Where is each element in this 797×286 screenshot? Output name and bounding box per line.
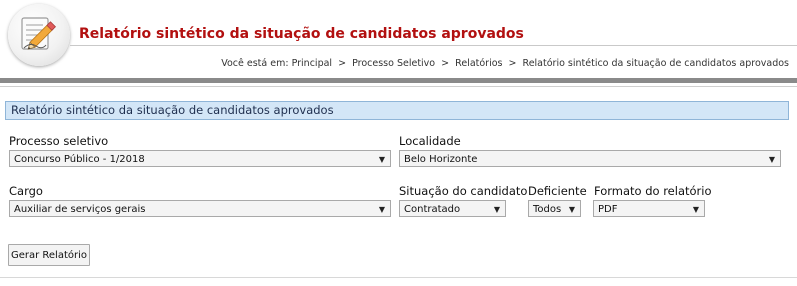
deficiente-label: Deficiente (528, 184, 587, 198)
processo-seletivo-select[interactable]: Concurso Público - 1/2018 ▼ (9, 150, 391, 167)
bottom-divider (0, 277, 797, 278)
header-divider (0, 78, 797, 83)
cargo-value: Auxiliar de serviços gerais (14, 204, 146, 215)
chevron-down-icon: ▼ (378, 205, 385, 214)
header-divider-thin (0, 86, 797, 87)
breadcrumb-separator: > (338, 58, 347, 69)
chevron-down-icon: ▼ (378, 155, 385, 164)
breadcrumb-prefix: Você está em: (221, 58, 289, 69)
app-logo (8, 4, 70, 66)
breadcrumb-item-processo-seletivo[interactable]: Processo Seletivo (352, 58, 435, 69)
chevron-down-icon: ▼ (493, 205, 500, 214)
processo-seletivo-value: Concurso Público - 1/2018 (14, 154, 145, 165)
situacao-select[interactable]: Contratado ▼ (399, 200, 506, 217)
breadcrumb-separator: > (441, 58, 450, 69)
localidade-value: Belo Horizonte (404, 154, 478, 165)
cargo-select[interactable]: Auxiliar de serviços gerais ▼ (9, 200, 391, 217)
breadcrumb-item-current: Relatório sintético da situação de candi… (522, 58, 789, 69)
breadcrumb: Você está em: Principal > Processo Selet… (221, 58, 789, 69)
page-title: Relatório sintético da situação de candi… (79, 26, 524, 42)
processo-seletivo-label: Processo seletivo (9, 134, 109, 148)
formato-value: PDF (598, 204, 618, 215)
breadcrumb-item-relatorios[interactable]: Relatórios (455, 58, 502, 69)
cargo-label: Cargo (9, 184, 43, 198)
deficiente-select[interactable]: Todos ▼ (528, 200, 581, 217)
gerar-relatorio-button[interactable]: Gerar Relatório (8, 244, 90, 266)
localidade-select[interactable]: Belo Horizonte ▼ (399, 150, 781, 167)
breadcrumb-separator: > (508, 58, 517, 69)
chevron-down-icon: ▼ (768, 155, 775, 164)
chevron-down-icon: ▼ (568, 205, 575, 214)
deficiente-value: Todos (533, 204, 562, 215)
situacao-label: Situação do candidato (399, 184, 528, 198)
situacao-value: Contratado (404, 204, 461, 215)
title-underline (70, 45, 797, 46)
panel-title: Relatório sintético da situação de candi… (5, 101, 789, 120)
breadcrumb-item-principal[interactable]: Principal (292, 58, 332, 69)
localidade-label: Localidade (399, 134, 461, 148)
page-header: Relatório sintético da situação de candi… (0, 0, 797, 78)
formato-label: Formato do relatório (594, 184, 712, 198)
chevron-down-icon: ▼ (692, 205, 699, 214)
formato-select[interactable]: PDF ▼ (593, 200, 705, 217)
